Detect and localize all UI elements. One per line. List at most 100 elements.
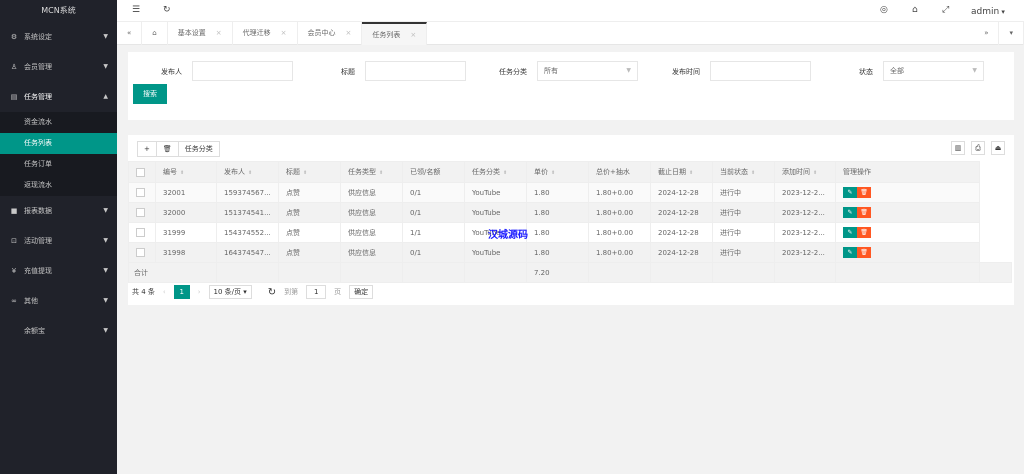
column-header[interactable]: 标题 ⬍ [278, 161, 341, 183]
column-header[interactable]: 添加时间 ⬍ [774, 161, 836, 183]
sidebar-subitem[interactable]: 资金流水 [0, 112, 117, 133]
title-input[interactable] [365, 61, 466, 81]
sidebar-item-4[interactable]: ⊡ 活动管理 ▼ [0, 226, 117, 256]
activity-icon: ⊡ [11, 237, 17, 245]
row-checkbox[interactable] [128, 222, 156, 243]
trash-icon[interactable]: 🗑 [857, 187, 871, 198]
table-cell: 进行中 [712, 202, 775, 223]
page-1[interactable]: 1 [173, 285, 190, 299]
tabs-menu-icon[interactable]: ▾ [999, 22, 1024, 45]
table-cell: 供应信息 [340, 182, 403, 203]
sidebar-item-5[interactable]: ¥ 充值提现 ▼ [0, 256, 117, 286]
status-select[interactable]: 全部 ▼ [883, 61, 984, 81]
sort-icon[interactable]: ⬍ [248, 170, 252, 176]
per-page-select[interactable]: 10 条/页 ▾ [208, 285, 252, 299]
column-header[interactable]: 截止日期 ⬍ [650, 161, 713, 183]
edit-icon[interactable]: ✎ [843, 207, 857, 218]
column-header[interactable]: 任务类型 ⬍ [340, 161, 403, 183]
header-label: 单价 [534, 168, 548, 176]
sort-icon[interactable]: ⬍ [751, 170, 755, 176]
close-icon[interactable]: × [216, 22, 222, 45]
sort-icon[interactable]: ⬍ [379, 170, 383, 176]
search-button[interactable]: 搜索 [133, 84, 167, 104]
refresh-icon[interactable]: ↻ [268, 287, 276, 298]
table-cell: 0/1 [402, 182, 465, 203]
sidebar-item-0[interactable]: ⚙ 系统设定 ▼ [0, 22, 117, 52]
sort-icon[interactable]: ⬍ [303, 170, 307, 176]
publisher-label: 发布人 [161, 68, 182, 76]
row-checkbox[interactable] [128, 242, 156, 263]
palette-icon[interactable]: ◎ [880, 5, 888, 15]
tabs-next-icon[interactable]: » [974, 22, 1000, 45]
sidebar-item-3[interactable]: ■ 报表数据 ▼ [0, 196, 117, 226]
time-input[interactable] [710, 61, 811, 81]
table-cell: YouTube [464, 182, 527, 203]
edit-icon[interactable]: ✎ [843, 187, 857, 198]
export-icon[interactable]: ⏏ [991, 141, 1005, 155]
edit-icon[interactable]: ✎ [843, 247, 857, 258]
top-header: ☰ ↻ ◎ ⌂ ⤢ admin ▾ [117, 0, 1024, 22]
sidebar-subitem[interactable]: 返现流水 [0, 175, 117, 196]
column-header[interactable]: 任务分类 ⬍ [464, 161, 527, 183]
tag-icon[interactable]: ⌂ [912, 5, 918, 15]
trash-icon[interactable]: 🗑 [857, 227, 871, 238]
fullscreen-icon[interactable]: ⤢ [942, 5, 949, 15]
time-label: 发布时间 [672, 68, 700, 76]
columns-icon[interactable]: ▥ [951, 141, 965, 155]
select-all-checkbox[interactable] [128, 161, 156, 183]
sidebar-subitem[interactable]: 任务订单 [0, 154, 117, 175]
sort-icon[interactable]: ⬍ [813, 170, 817, 176]
sidebar-item-7[interactable]: 余额宝 ▼ [0, 316, 117, 346]
trash-icon[interactable]: 🗑 [857, 207, 871, 218]
sort-icon[interactable]: ⬍ [551, 170, 555, 176]
sidebar-item-1[interactable]: ♙ 会员管理 ▼ [0, 52, 117, 82]
tab-item[interactable]: 基本设置 × [168, 22, 233, 45]
tab-item[interactable]: 会员中心 × [298, 22, 363, 45]
sidebar-item-6[interactable]: ∞ 其他 ▼ [0, 286, 117, 316]
sort-icon[interactable]: ⬍ [180, 170, 184, 176]
publisher-input[interactable] [192, 61, 293, 81]
tab-item[interactable]: 代理迁移 × [233, 22, 298, 45]
total-row: 合计 7.20 [128, 262, 1012, 283]
column-header[interactable]: 单价 ⬍ [526, 161, 589, 183]
close-icon[interactable]: × [410, 24, 416, 45]
sidebar-item-2[interactable]: ▤ 任务管理 ▲ [0, 82, 117, 112]
delete-button[interactable]: 🗑 [157, 142, 179, 156]
table-cell: 1.80 [526, 242, 589, 263]
table-cell: 2024-12-28 [650, 242, 713, 263]
trash-icon[interactable]: 🗑 [857, 247, 871, 258]
tabs-prev-icon[interactable]: « [117, 22, 143, 45]
tab-item[interactable]: 任务列表 × [362, 22, 428, 45]
goto-input[interactable]: 1 [306, 285, 327, 299]
close-icon[interactable]: × [281, 22, 287, 45]
category-button[interactable]: 任务分类 [179, 142, 219, 156]
sort-icon[interactable]: ⬍ [689, 170, 693, 176]
goto-confirm-button[interactable]: 确定 [349, 285, 374, 299]
edit-icon[interactable]: ✎ [843, 227, 857, 238]
sidebar-item-label: 系统设定 [24, 33, 52, 41]
menu-toggle-icon[interactable]: ☰ [132, 5, 140, 15]
prev-page-icon[interactable]: ‹ [163, 288, 166, 296]
add-button[interactable]: + [138, 142, 157, 156]
table-cell: 点赞 [278, 202, 341, 223]
user-menu[interactable]: admin ▾ [971, 7, 1005, 17]
print-icon[interactable]: ⎙ [971, 141, 985, 155]
sidebar-subitem[interactable]: 任务列表 [0, 133, 117, 154]
column-header[interactable]: 编号 ⬍ [155, 161, 217, 183]
home-icon[interactable]: ⌂ [142, 22, 168, 45]
link-icon: ∞ [11, 297, 17, 305]
table-cell: 2023-12-2... [774, 242, 836, 263]
table-cell: 31998 [155, 242, 217, 263]
column-header[interactable]: 发布人 ⬍ [216, 161, 279, 183]
category-select[interactable]: 所有 ▼ [537, 61, 638, 81]
close-icon[interactable]: × [346, 22, 352, 45]
header-label: 任务分类 [472, 168, 500, 176]
row-checkbox[interactable] [128, 182, 156, 203]
sort-icon[interactable]: ⬍ [503, 170, 507, 176]
next-page-icon[interactable]: › [198, 288, 201, 296]
table-cell: 进行中 [712, 182, 775, 203]
column-header[interactable]: 当前状态 ⬍ [712, 161, 775, 183]
row-checkbox[interactable] [128, 202, 156, 223]
table-cell: 1.80+0.00 [588, 182, 651, 203]
refresh-icon[interactable]: ↻ [163, 5, 171, 15]
